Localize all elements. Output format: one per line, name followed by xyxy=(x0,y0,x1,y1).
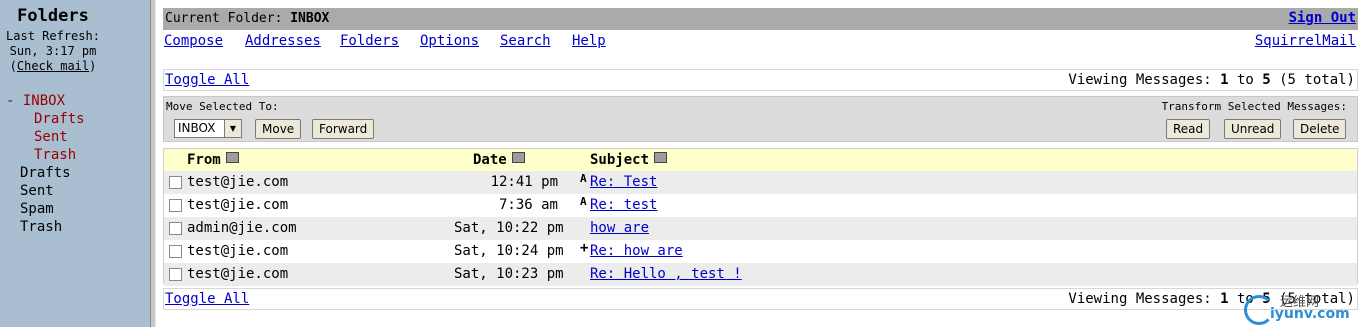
viewing-prefix: Viewing Messages: xyxy=(1068,291,1221,307)
last-refresh-label: Last Refresh: xyxy=(6,29,100,43)
column-from[interactable]: From xyxy=(187,152,239,168)
message-checkbox[interactable] xyxy=(169,245,182,258)
message-subject-link[interactable]: Re: how are xyxy=(590,243,683,259)
main-nav: Compose Addresses Folders Options Search… xyxy=(163,32,1358,54)
current-folder: Current Folder: INBOX xyxy=(165,11,329,26)
squirrelmail-link[interactable]: SquirrelMail xyxy=(1255,33,1356,49)
sidebar-item-inbox-drafts[interactable]: Drafts xyxy=(34,111,85,127)
sidebar-title: Folders xyxy=(17,6,89,26)
main-panel: Current Folder: INBOX Sign Out Compose A… xyxy=(163,0,1358,327)
check-mail-close-paren: ) xyxy=(89,59,97,73)
viewing-from: 1 xyxy=(1220,72,1229,88)
current-folder-marker: - xyxy=(6,93,23,109)
last-refresh-time: Sun, 3:17 pm xyxy=(9,44,97,58)
move-button[interactable]: Move xyxy=(255,119,302,139)
message-operations: Move Selected To: INBOX ▼ Move Forward T… xyxy=(163,96,1358,142)
message-checkbox[interactable] xyxy=(169,176,182,189)
message-subject-link[interactable]: Re: test xyxy=(590,197,657,213)
sidebar-item-sent[interactable]: Sent xyxy=(20,183,54,199)
mark-unread-button[interactable]: Unread xyxy=(1224,119,1282,139)
message-date: Sat, 10:22 pm xyxy=(454,220,564,236)
sort-icon[interactable] xyxy=(511,152,525,163)
chevron-down-icon[interactable]: ▼ xyxy=(224,120,241,137)
delete-button[interactable]: Delete xyxy=(1293,119,1347,139)
folder-sidebar: Folders Last Refresh: Sun, 3:17 pm (Chec… xyxy=(0,0,150,327)
message-from: test@jie.com xyxy=(187,174,289,190)
message-date: Sat, 10:24 pm xyxy=(454,243,564,259)
sidebar-item-inbox-sent[interactable]: Sent xyxy=(34,129,68,145)
attachment-flag-icon: + xyxy=(580,240,589,256)
message-list: From Date Subject test@jie.com 12:41 pm … xyxy=(163,148,1358,286)
message-date: Sat, 10:23 pm xyxy=(454,266,564,282)
viewing-to-word: to xyxy=(1228,72,1263,88)
column-from-label: From xyxy=(187,152,221,168)
message-checkbox[interactable] xyxy=(169,199,182,212)
sort-icon[interactable] xyxy=(225,152,239,163)
nav-options[interactable]: Options xyxy=(420,33,479,49)
check-mail: (Check mail) xyxy=(0,59,106,73)
nav-compose[interactable]: Compose xyxy=(164,33,223,49)
sidebar-item-trash[interactable]: Trash xyxy=(20,219,62,235)
table-row: test@jie.com Sat, 10:23 pm Re: Hello , t… xyxy=(164,263,1357,286)
sidebar-item-label: INBOX xyxy=(22,93,66,109)
sidebar-item-inbox-trash[interactable]: Trash xyxy=(34,147,76,163)
message-subject-link[interactable]: Re: Hello , test ! xyxy=(590,266,742,282)
viewing-messages: Viewing Messages: 1 to 5 (5 total) xyxy=(1068,72,1355,88)
watermark-line2: iyunv.com xyxy=(1270,306,1350,322)
table-row: admin@jie.com Sat, 10:22 pm how are xyxy=(164,217,1357,240)
title-bar: Current Folder: INBOX Sign Out xyxy=(163,8,1358,30)
message-from: test@jie.com xyxy=(187,243,289,259)
viewing-total: (5 total) xyxy=(1270,72,1355,88)
message-date: 12:41 pm xyxy=(490,174,558,190)
message-checkbox[interactable] xyxy=(169,222,182,235)
check-mail-open-paren: ( xyxy=(9,59,17,73)
site-watermark: 运维网 iyunv.com xyxy=(1244,291,1356,325)
frame-divider[interactable] xyxy=(150,0,156,327)
message-checkbox[interactable] xyxy=(169,268,182,281)
sidebar-item-inbox[interactable]: - INBOX xyxy=(6,93,65,109)
list-controls-bottom: Toggle All Viewing Messages: 1 to 5 (5 t… xyxy=(163,288,1358,310)
message-list-header: From Date Subject xyxy=(164,149,1357,171)
column-date-label: Date xyxy=(473,152,507,168)
table-row: test@jie.com 12:41 pm A Re: Test xyxy=(164,171,1357,194)
message-from: test@jie.com xyxy=(187,266,289,282)
sidebar-item-drafts[interactable]: Drafts xyxy=(20,165,71,181)
viewing-from: 1 xyxy=(1220,291,1229,307)
column-subject[interactable]: Subject xyxy=(590,152,668,168)
toggle-all-link[interactable]: Toggle All xyxy=(165,72,249,88)
message-subject-link[interactable]: Re: Test xyxy=(590,174,657,190)
answered-flag-icon: A xyxy=(580,172,587,185)
nav-help[interactable]: Help xyxy=(572,33,606,49)
current-folder-name: INBOX xyxy=(290,11,330,26)
message-from: admin@jie.com xyxy=(187,220,297,236)
column-date[interactable]: Date xyxy=(473,152,525,168)
toggle-all-link[interactable]: Toggle All xyxy=(165,291,249,307)
viewing-to: 5 xyxy=(1262,72,1271,88)
sign-out-link[interactable]: Sign Out xyxy=(1289,10,1356,26)
transform-selected-label: Transform Selected Messages: xyxy=(1161,100,1347,113)
check-mail-link[interactable]: Check mail xyxy=(17,59,89,73)
table-row: test@jie.com 7:36 am A Re: test xyxy=(164,194,1357,217)
message-date: 7:36 am xyxy=(498,197,558,213)
move-target-value: INBOX xyxy=(178,121,216,135)
move-target-select[interactable]: INBOX ▼ xyxy=(174,119,242,138)
table-row: test@jie.com Sat, 10:24 pm + Re: how are xyxy=(164,240,1357,263)
nav-folders[interactable]: Folders xyxy=(340,33,399,49)
nav-addresses[interactable]: Addresses xyxy=(245,33,321,49)
forward-button[interactable]: Forward xyxy=(312,119,375,139)
sort-icon[interactable] xyxy=(654,152,668,163)
message-from: test@jie.com xyxy=(187,197,289,213)
mark-read-button[interactable]: Read xyxy=(1166,119,1211,139)
answered-flag-icon: A xyxy=(580,195,587,208)
message-subject-link[interactable]: how are xyxy=(590,220,649,236)
sidebar-item-spam[interactable]: Spam xyxy=(20,201,54,217)
nav-search[interactable]: Search xyxy=(500,33,551,49)
column-subject-label: Subject xyxy=(590,152,650,168)
move-selected-label: Move Selected To: xyxy=(166,100,279,113)
current-folder-label: Current Folder: xyxy=(165,11,283,26)
list-controls-top: Toggle All Viewing Messages: 1 to 5 (5 t… xyxy=(163,69,1358,91)
viewing-prefix: Viewing Messages: xyxy=(1068,72,1221,88)
